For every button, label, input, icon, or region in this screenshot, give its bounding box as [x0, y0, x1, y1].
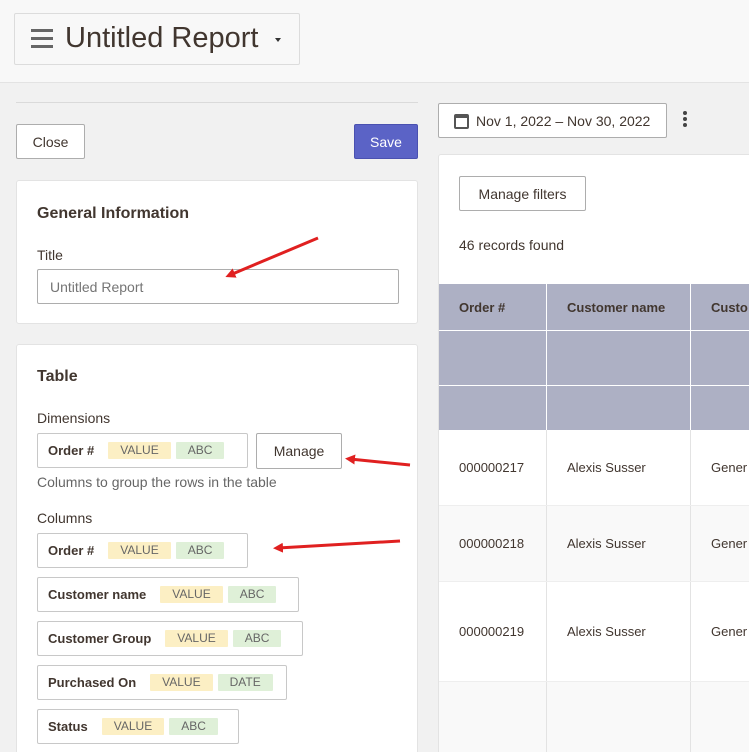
table-row[interactable]: 000000218 Alexis Susser Gener	[439, 506, 749, 582]
close-button[interactable]: Close	[16, 124, 85, 159]
manage-filters-button[interactable]: Manage filters	[459, 176, 586, 211]
filter-cell[interactable]	[439, 331, 547, 385]
table-heading: Table	[37, 368, 78, 385]
field-name: Status	[48, 719, 88, 734]
column-header[interactable]: Customer name	[547, 284, 691, 330]
field-name: Customer Group	[48, 631, 152, 646]
field-name: Order #	[48, 443, 95, 458]
title-input[interactable]	[37, 269, 399, 304]
report-title-dropdown[interactable]: Untitled Report	[14, 13, 300, 65]
report-title: Untitled Report	[65, 22, 259, 54]
type-badge: ABC	[169, 718, 218, 735]
field-name: Purchased On	[48, 675, 137, 690]
column-field-customer-group[interactable]: Customer Group VALUE ABC	[37, 621, 303, 656]
table-row[interactable]	[439, 682, 749, 752]
type-badge: ABC	[232, 630, 282, 647]
column-field-order[interactable]: Order # VALUE ABC	[37, 533, 248, 568]
table-cell: 000000218	[439, 506, 547, 581]
table-cell: Gener	[711, 536, 748, 551]
table-cell	[691, 682, 749, 752]
table-row[interactable]: 000000217 Alexis Susser Gener	[439, 430, 749, 506]
field-name: Customer name	[48, 587, 147, 602]
field-name: Order #	[48, 543, 95, 558]
table-cell: 000000217	[439, 430, 547, 505]
caret-down-icon	[275, 38, 281, 42]
column-field-customer-name[interactable]: Customer name VALUE ABC	[37, 577, 299, 612]
general-information-card: General Information Title	[16, 180, 418, 324]
table-cell: Alexis Susser	[547, 506, 691, 581]
title-label: Title	[37, 247, 63, 263]
top-bar: Untitled Report	[0, 0, 749, 83]
table-cell: Alexis Susser	[547, 582, 691, 681]
date-range-picker[interactable]: Nov 1, 2022 – Nov 30, 2022	[438, 103, 667, 138]
save-button[interactable]: Save	[354, 124, 418, 159]
manage-dimensions-button[interactable]: Manage	[256, 433, 342, 469]
dimensions-hint: Columns to group the rows in the table	[37, 474, 277, 490]
filter-row	[439, 385, 749, 430]
general-information-heading: General Information	[37, 205, 190, 222]
divider	[16, 102, 418, 103]
results-panel: Manage filters 46 records found Order # …	[438, 154, 749, 752]
filter-cell[interactable]	[439, 386, 547, 430]
table-row[interactable]: 000000219 Alexis Susser Gener	[439, 582, 749, 682]
filter-cell[interactable]	[691, 331, 749, 385]
table-cell: Gener	[711, 624, 748, 639]
hamburger-menu-icon	[31, 29, 53, 48]
column-header[interactable]: Order #	[439, 284, 547, 330]
aggregation-badge[interactable]: VALUE	[150, 674, 213, 691]
table-header-row: Order # Customer name Custo	[439, 284, 749, 330]
filter-cell[interactable]	[691, 386, 749, 430]
table-cell	[439, 682, 547, 752]
aggregation-badge[interactable]: VALUE	[165, 630, 228, 647]
table-cell	[547, 682, 691, 752]
filter-row	[439, 330, 749, 385]
type-badge: ABC	[175, 442, 225, 459]
table-cell: 000000219	[439, 582, 547, 681]
type-badge: ABC	[175, 542, 225, 559]
column-field-purchased-on[interactable]: Purchased On VALUE DATE	[37, 665, 287, 700]
filter-cell[interactable]	[547, 331, 691, 385]
column-field-status[interactable]: Status VALUE ABC	[37, 709, 239, 744]
aggregation-badge[interactable]: VALUE	[108, 542, 171, 559]
calendar-icon	[454, 114, 469, 129]
table-cell: Alexis Susser	[547, 430, 691, 505]
date-range-label: Nov 1, 2022 – Nov 30, 2022	[476, 113, 651, 129]
dimension-field-order[interactable]: Order # VALUE ABC	[37, 433, 248, 468]
columns-label: Columns	[37, 510, 93, 526]
type-badge: ABC	[227, 586, 277, 603]
filter-cell[interactable]	[547, 386, 691, 430]
records-count: 46 records found	[459, 237, 565, 253]
aggregation-badge[interactable]: VALUE	[108, 442, 171, 459]
table-cell: Gener	[711, 460, 748, 475]
dimensions-label: Dimensions	[37, 410, 111, 426]
aggregation-badge[interactable]: VALUE	[101, 718, 165, 735]
aggregation-badge[interactable]: VALUE	[160, 586, 223, 603]
type-badge: DATE	[217, 674, 273, 691]
column-header[interactable]: Custo	[691, 284, 749, 330]
table-card: Table Dimensions Order # VALUE ABC Manag…	[16, 344, 418, 752]
more-options-icon[interactable]	[682, 111, 688, 129]
